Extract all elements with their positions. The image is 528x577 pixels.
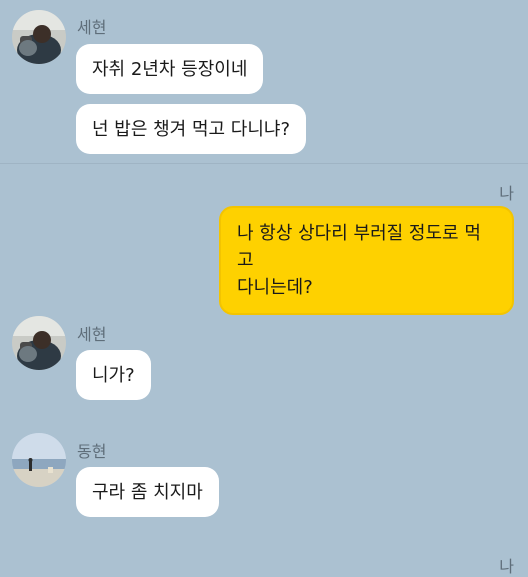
profile-photo-beach-icon[interactable]: [12, 433, 66, 487]
message-bubble[interactable]: 구라 좀 치지마: [76, 467, 219, 517]
profile-photo-person-icon[interactable]: [12, 10, 66, 64]
my-message-bubble[interactable]: 나 항상 상다리 부러질 정도로 먹고 다니는데?: [219, 206, 514, 315]
message-bubble[interactable]: 니가?: [76, 350, 151, 400]
sender-name: 세현: [77, 18, 107, 37]
divider: [0, 163, 528, 164]
profile-photo-person-icon[interactable]: [12, 316, 66, 370]
sender-name: 동현: [77, 442, 107, 461]
message-bubble[interactable]: 넌 밥은 챙겨 먹고 다니냐?: [76, 104, 307, 154]
sender-name: 세현: [77, 325, 107, 344]
sender-name-me: 나: [499, 557, 514, 576]
sender-name-me: 나: [499, 184, 514, 203]
message-bubble[interactable]: 자취 2년차 등장이네: [76, 44, 264, 94]
